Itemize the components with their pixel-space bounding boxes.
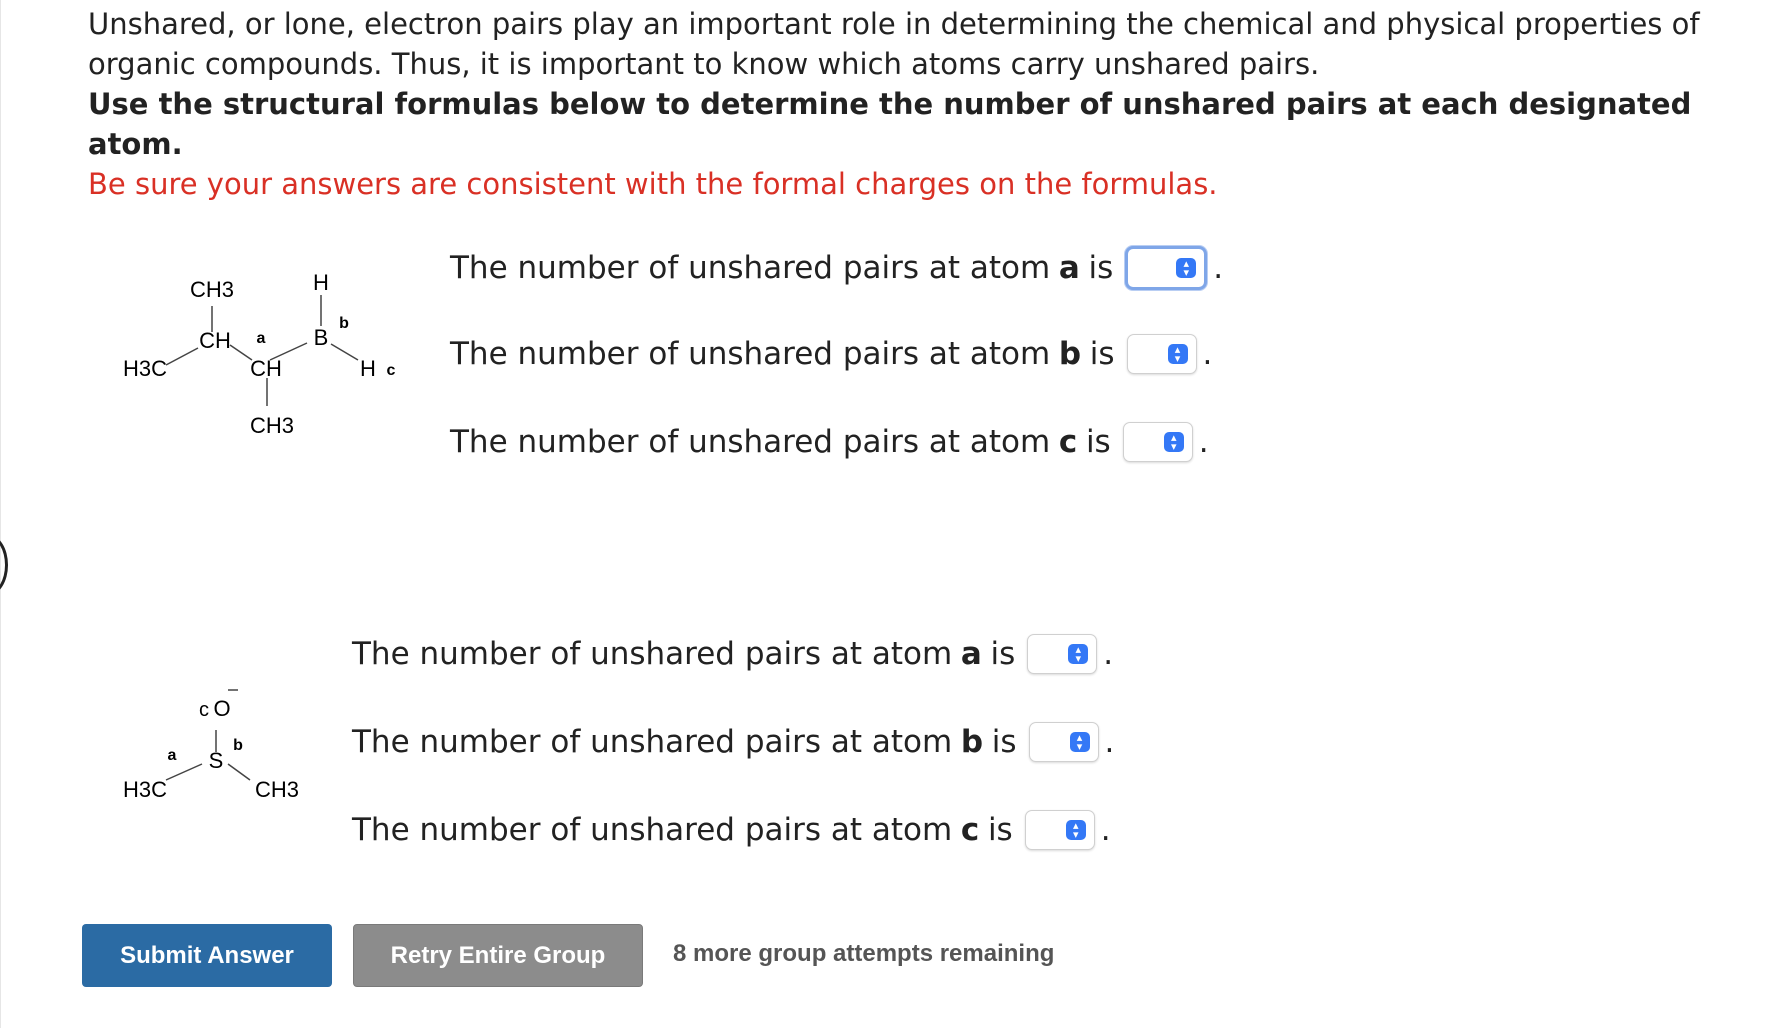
- q1-c-atom: c: [1058, 424, 1078, 460]
- q2-a-period: .: [1103, 636, 1114, 672]
- q2-b-suffix: is: [991, 724, 1017, 760]
- q1-b-suffix: is: [1089, 336, 1115, 372]
- q1-a-question: The number of unshared pairs at atom a i…: [450, 246, 1223, 290]
- q2-a-select[interactable]: ▴ ▾: [1027, 634, 1098, 674]
- q1-c-prefix: The number of unshared pairs at atom: [450, 424, 1051, 460]
- intro-text: Unshared, or lone, electron pairs play a…: [88, 7, 1700, 81]
- intro-instruction: Use the structural formulas below to det…: [88, 87, 1692, 161]
- chevron-up-down-icon: ▴ ▾: [1068, 644, 1089, 664]
- edge-arc: [0, 535, 8, 595]
- mol2-label-a: a: [168, 747, 177, 764]
- q1-b-prefix: The number of unshared pairs at atom: [450, 336, 1051, 372]
- q2-a-prefix: The number of unshared pairs at atom: [352, 636, 953, 672]
- mol2-oxygen: O: [213, 696, 230, 721]
- q2-c-suffix: is: [987, 812, 1013, 848]
- mol2-sulfur: S: [209, 748, 224, 773]
- q2-b-atom: b: [960, 724, 984, 760]
- mol2-ch3: CH3: [255, 777, 299, 802]
- q1-c-question: The number of unshared pairs at atom c i…: [450, 422, 1209, 462]
- mol1-h-right: H: [360, 356, 376, 381]
- q2-b-prefix: The number of unshared pairs at atom: [352, 724, 953, 760]
- chevron-up-down-icon: ▴ ▾: [1176, 258, 1197, 278]
- q1-a-atom: a: [1058, 250, 1080, 286]
- mol1-label-a: a: [257, 330, 266, 347]
- q1-a-suffix: is: [1088, 250, 1114, 286]
- q2-c-atom: c: [960, 812, 980, 848]
- mol2-label-b: b: [233, 737, 243, 754]
- q1-c-select[interactable]: ▴ ▾: [1122, 422, 1193, 462]
- mol1-ch-upper: CH: [199, 328, 231, 353]
- q1-b-question: The number of unshared pairs at atom b i…: [450, 334, 1212, 374]
- q2-c-period: .: [1100, 812, 1111, 848]
- mol1-label-b: b: [339, 315, 349, 332]
- mol1-h3c: H3C: [123, 356, 167, 381]
- mol1-ch3-top: CH3: [190, 277, 234, 302]
- q1-a-select[interactable]: ▴ ▾: [1125, 246, 1208, 290]
- chevron-up-down-icon: ▴ ▾: [1167, 344, 1188, 364]
- q1-c-suffix: is: [1085, 424, 1111, 460]
- q2-b-select[interactable]: ▴ ▾: [1028, 722, 1099, 762]
- mol2-label-c: c: [199, 699, 209, 721]
- q2-a-question: The number of unshared pairs at atom a i…: [352, 634, 1113, 674]
- q1-b-select[interactable]: ▴ ▾: [1126, 334, 1197, 374]
- molecule-1-structure: CH3 H CH a B b H3C CH H c CH3: [120, 260, 440, 465]
- q2-a-suffix: is: [990, 636, 1016, 672]
- chevron-up-down-icon: ▴ ▾: [1069, 732, 1090, 752]
- mol1-ch3-bottom: CH3: [250, 413, 294, 438]
- mol1-ch-center: CH: [250, 356, 282, 381]
- q2-a-atom: a: [960, 636, 982, 672]
- page-left-border: [0, 0, 1, 1028]
- q1-b-period: .: [1202, 336, 1213, 372]
- mol1-boron: B: [314, 325, 329, 350]
- q1-b-atom: b: [1058, 336, 1082, 372]
- mol1-label-c: c: [387, 362, 396, 379]
- mol2-h3c: H3C: [123, 777, 167, 802]
- chevron-up-down-icon: ▴ ▾: [1065, 820, 1086, 840]
- q2-c-question: The number of unshared pairs at atom c i…: [352, 810, 1111, 850]
- molecule-1-svg: CH3 H CH a B b H3C CH H c CH3: [123, 270, 396, 438]
- attempts-remaining: 8 more group attempts remaining: [673, 940, 1055, 967]
- q1-c-period: .: [1198, 424, 1209, 460]
- q2-c-select[interactable]: ▴ ▾: [1024, 810, 1095, 850]
- q1-a-prefix: The number of unshared pairs at atom: [450, 250, 1051, 286]
- q2-b-question: The number of unshared pairs at atom b i…: [352, 722, 1114, 762]
- molecule-2-svg: c O b a S H3C CH3: [123, 689, 299, 802]
- q2-b-period: .: [1104, 724, 1115, 760]
- intro-warning: Be sure your answers are consistent with…: [88, 167, 1218, 201]
- q2-c-prefix: The number of unshared pairs at atom: [352, 812, 953, 848]
- q1-a-period: .: [1213, 250, 1224, 286]
- molecule-2-structure: c O b a S H3C CH3: [120, 680, 360, 825]
- retry-entire-group-button[interactable]: Retry Entire Group: [353, 924, 643, 987]
- chevron-up-down-icon: ▴ ▾: [1163, 432, 1184, 452]
- mol1-h-top: H: [313, 270, 329, 295]
- submit-answer-button[interactable]: Submit Answer: [82, 924, 332, 987]
- instructions: Unshared, or lone, electron pairs play a…: [88, 4, 1768, 204]
